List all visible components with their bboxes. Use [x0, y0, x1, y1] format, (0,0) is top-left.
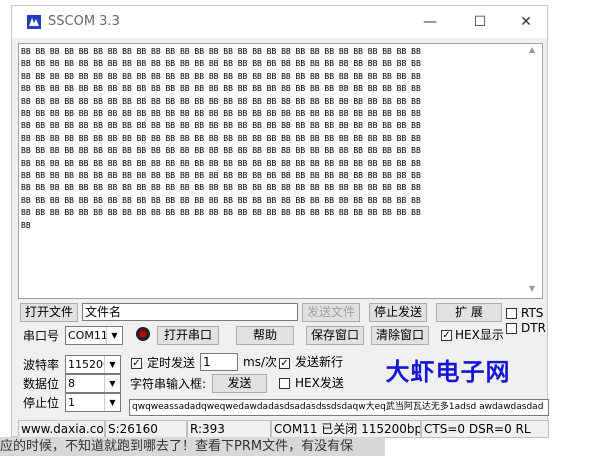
status-port: COM11 已关闭 115200bp	[271, 420, 421, 438]
send-button[interactable]: 发送	[212, 374, 267, 393]
chevron-down-icon[interactable]: ▼	[104, 375, 120, 392]
help-button[interactable]: 帮助	[236, 326, 294, 345]
app-icon	[27, 15, 41, 29]
port-value: COM11	[68, 329, 108, 342]
send-input[interactable]: qwqweassadadqweqwedawdadasdsadasdssdsdaq…	[129, 399, 549, 416]
databits-label: 数据位	[23, 377, 60, 391]
timed-send-label: 定时发送	[147, 356, 196, 370]
save-window-button[interactable]: 保存窗口	[306, 326, 364, 345]
open-file-button[interactable]: 打开文件	[20, 303, 78, 322]
status-site[interactable]: www.daxia.cor	[18, 420, 105, 438]
hex-send-label: HEX发送	[295, 376, 344, 390]
chevron-down-icon[interactable]: ▼	[104, 394, 120, 411]
rts-label: RTS	[521, 306, 544, 320]
stop-send-button[interactable]: 停止发送	[369, 303, 427, 322]
brand-banner: 大虾电子网	[385, 358, 511, 386]
stopbits-value: 1	[68, 396, 75, 409]
databits-select[interactable]: 8 ▼	[65, 374, 121, 393]
port-select[interactable]: COM11 ▼	[65, 326, 123, 345]
send-newline-label: 发送新行	[295, 355, 344, 369]
send-newline-checkbox[interactable]: ✓	[279, 358, 290, 369]
background-text: 应的时候，不知道就跑到哪去了！查看下PRM文件，有没有保	[0, 437, 385, 456]
hex-display-label: HEX显示	[455, 328, 504, 342]
baud-label: 波特率	[23, 358, 60, 372]
hex-send-checkbox[interactable]	[279, 378, 290, 389]
clear-window-button[interactable]: 清除窗口	[371, 326, 429, 345]
stopbits-label: 停止位	[23, 396, 60, 410]
scroll-up-icon[interactable]: ▲	[529, 45, 535, 54]
open-port-button[interactable]: 打开串口	[157, 326, 219, 345]
dtr-checkbox[interactable]	[506, 323, 517, 334]
status-bar: www.daxia.cor S:26160 R:393 COM11 已关闭 11…	[18, 420, 549, 438]
baud-select[interactable]: 115200 ▼	[65, 355, 121, 374]
received-data: BB BB BB BB BB BB BB BB BB BB BB BB BB B…	[21, 47, 421, 230]
minimize-button[interactable]: —	[420, 12, 440, 32]
stopbits-select[interactable]: 1 ▼	[65, 393, 121, 412]
receive-area[interactable]: BB BB BB BB BB BB BB BB BB BB BB BB BB B…	[18, 43, 543, 299]
title-bar: SSCOM 3.3 — ☐ ✕	[12, 6, 547, 38]
period-unit-label: ms/次	[243, 355, 277, 369]
timed-send-checkbox[interactable]: ✓	[131, 358, 142, 369]
port-label: 串口号	[23, 329, 60, 343]
chevron-down-icon[interactable]: ▼	[106, 327, 122, 344]
input-label: 字符串输入框:	[130, 377, 207, 391]
send-file-button[interactable]: 发送文件	[302, 303, 360, 322]
databits-value: 8	[68, 377, 75, 390]
chevron-down-icon[interactable]: ▼	[104, 356, 120, 373]
period-field[interactable]: 1	[200, 353, 238, 371]
expand-button[interactable]: 扩 展	[436, 303, 502, 322]
rts-checkbox[interactable]	[506, 308, 517, 319]
close-button[interactable]: ✕	[516, 12, 536, 32]
maximize-button[interactable]: ☐	[470, 12, 490, 32]
window-title: SSCOM 3.3	[48, 14, 120, 29]
vertical-scrollbar[interactable]: ▲ ▼	[526, 44, 542, 298]
status-lines: CTS=0 DSR=0 RL	[421, 420, 549, 438]
scroll-down-icon[interactable]: ▼	[529, 284, 535, 293]
status-received: R:393	[187, 420, 271, 438]
status-sent: S:26160	[105, 420, 187, 438]
app-window: SSCOM 3.3 — ☐ ✕ BB BB BB BB BB BB BB BB …	[11, 5, 549, 438]
dtr-label: DTR	[521, 321, 546, 335]
filename-field[interactable]: 文件名	[82, 303, 298, 321]
port-status-led-icon	[136, 327, 150, 341]
hex-display-checkbox[interactable]: ✓	[441, 330, 452, 341]
